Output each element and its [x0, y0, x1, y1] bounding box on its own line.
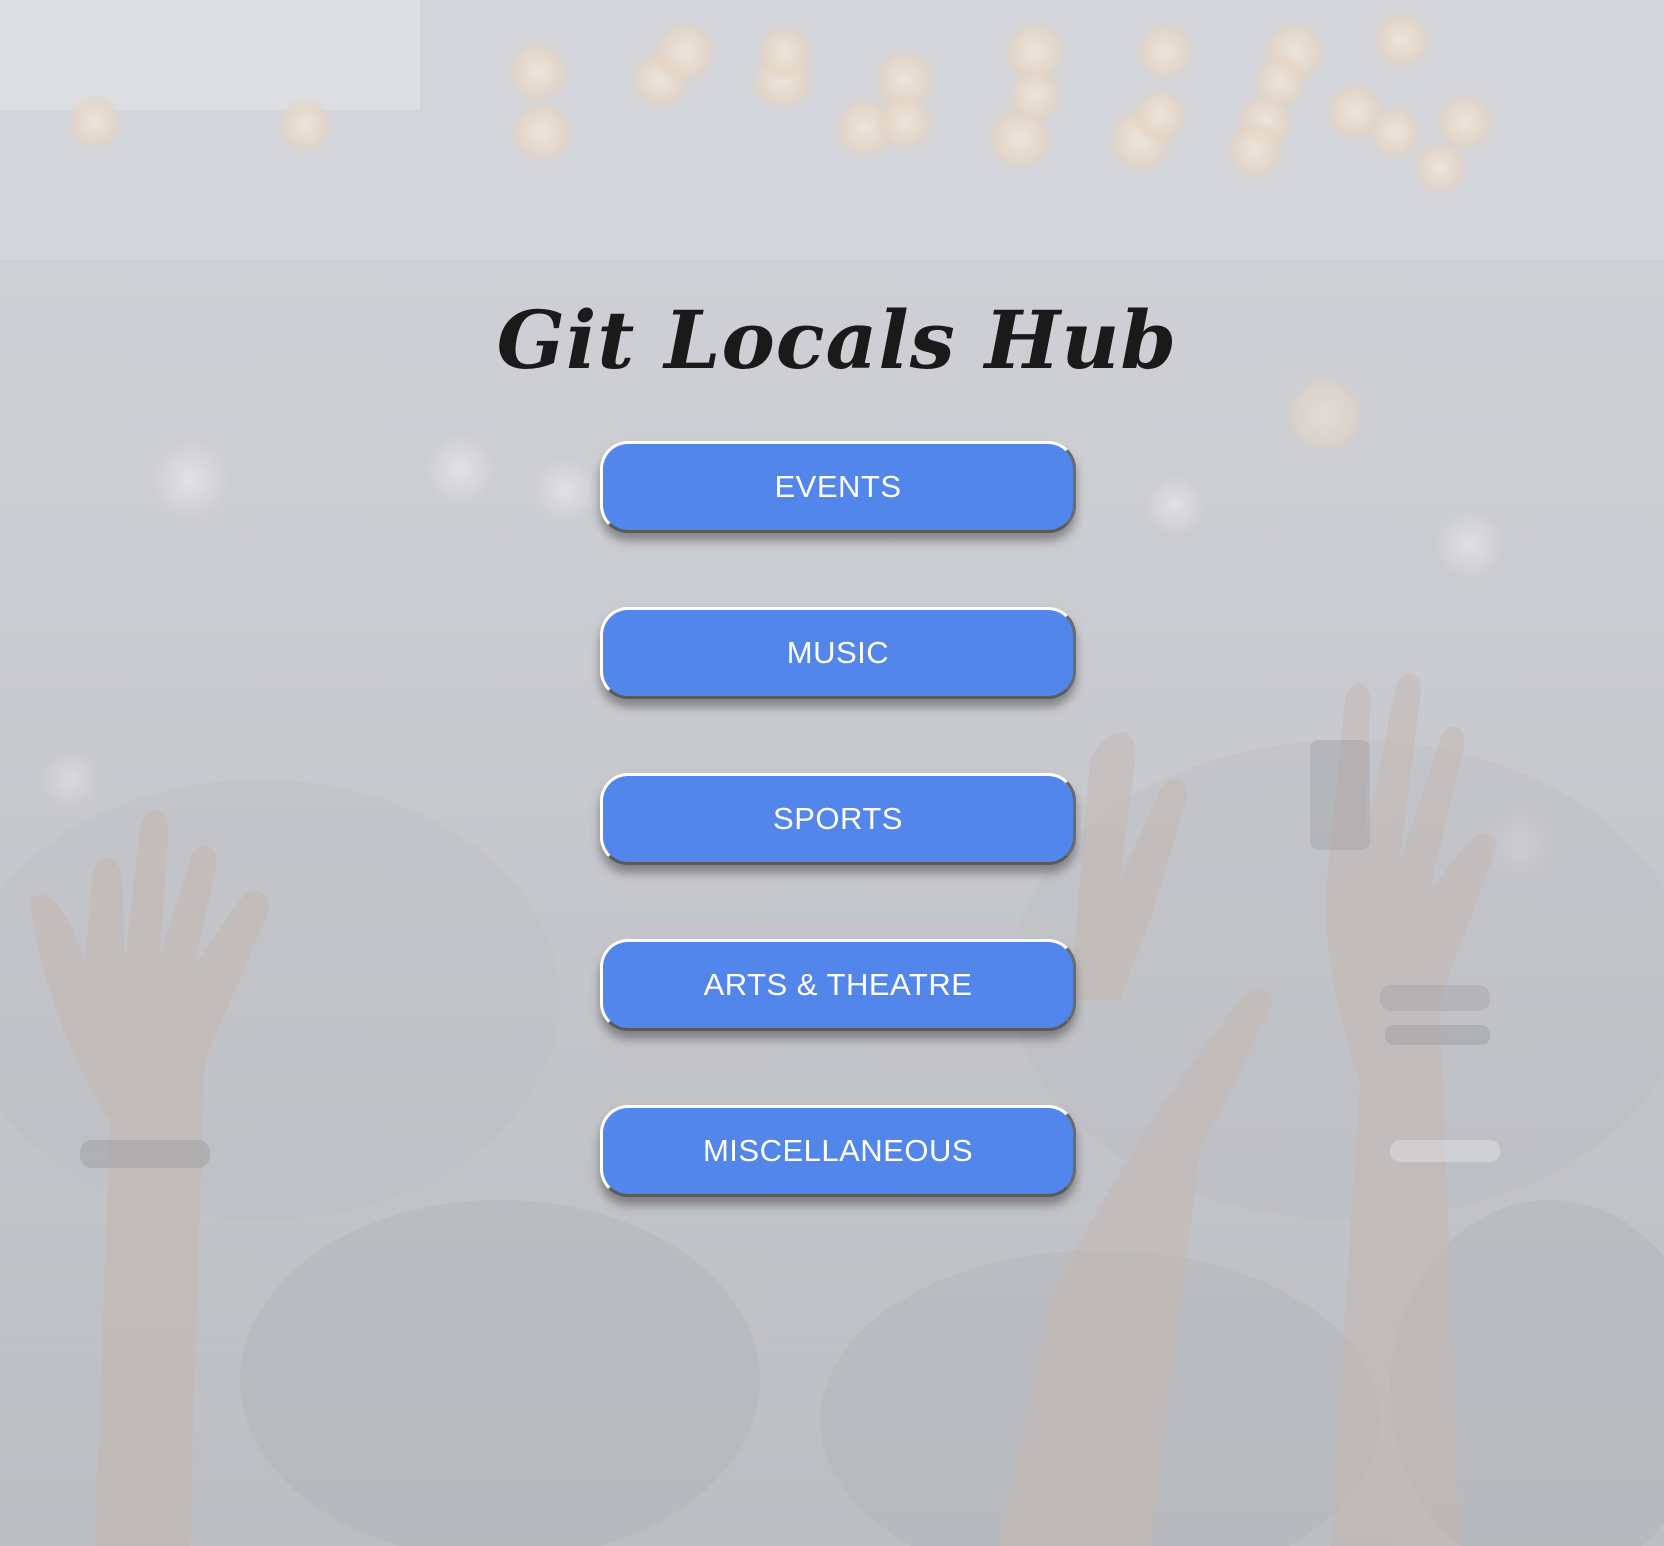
- music-button-label: MUSIC: [786, 635, 890, 670]
- page-title: Git Locals Hub: [496, 293, 1178, 387]
- arts-theatre-button-label: ARTS & THEATRE: [703, 967, 973, 1002]
- miscellaneous-button-label: MISCELLANEOUS: [702, 1133, 974, 1168]
- events-button[interactable]: EVENTS: [600, 441, 1076, 533]
- sports-button[interactable]: SPORTS: [600, 773, 1076, 865]
- music-button[interactable]: MUSIC: [600, 607, 1076, 699]
- sports-button-label: SPORTS: [773, 801, 903, 836]
- events-button-label: EVENTS: [774, 469, 902, 504]
- page-background: Git Locals Hub EVENTS MUSIC SPORTS ARTS …: [0, 0, 1664, 1546]
- arts-theatre-button[interactable]: ARTS & THEATRE: [600, 939, 1076, 1031]
- miscellaneous-button[interactable]: MISCELLANEOUS: [600, 1105, 1076, 1197]
- main-content: Git Locals Hub EVENTS MUSIC SPORTS ARTS …: [0, 0, 1664, 1546]
